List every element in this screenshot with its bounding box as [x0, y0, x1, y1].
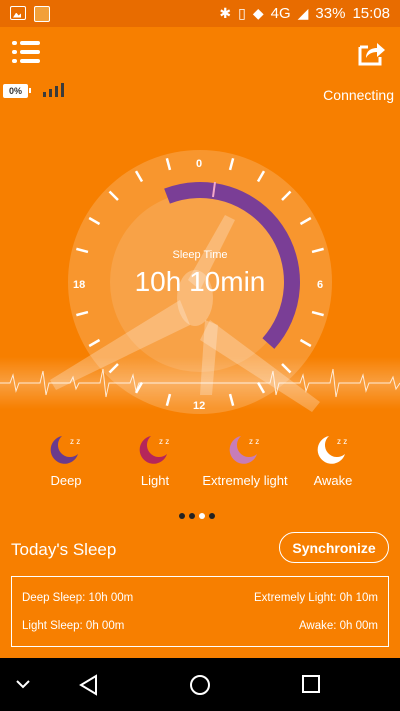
battery-percent: 33%: [315, 5, 346, 22]
recents-icon[interactable]: [301, 674, 321, 694]
dial-tick: [165, 158, 172, 171]
svg-text:z z: z z: [337, 437, 347, 446]
svg-text:z z: z z: [249, 437, 259, 446]
extremely-light-value: Extremely Light: 0h 10m: [253, 592, 378, 604]
legend-deep: z z Deep: [46, 432, 86, 490]
dial-hour-0: 0: [196, 158, 203, 170]
clock: 15:08: [352, 5, 390, 22]
wifi-icon: ◆: [252, 5, 264, 21]
sleep-time-value: 10h 10min: [134, 266, 266, 297]
legend-extremely-light: z z Extremely light: [200, 432, 290, 490]
page-dot[interactable]: [199, 513, 205, 519]
cell-signal-icon: ◢: [297, 5, 309, 21]
dial-tick: [228, 158, 235, 171]
moon-icon: z z: [317, 436, 347, 464]
dial-hour-18: 18: [73, 279, 86, 291]
vibrate-icon: ▯: [238, 5, 246, 21]
home-icon[interactable]: [189, 674, 211, 696]
sleep-summary-box: Deep Sleep: 10h 00m Extremely Light: 0h …: [11, 576, 389, 647]
app-notification-icon: [34, 5, 50, 22]
device-signal-icon: [43, 83, 65, 97]
connection-status: Connecting: [323, 87, 394, 103]
svg-text:z z: z z: [70, 437, 80, 446]
sleep-legend: z z Deep z z Light z z Extremely light z…: [0, 432, 400, 492]
svg-text:z z: z z: [159, 437, 169, 446]
moon-icon: z z: [50, 436, 80, 464]
synchronize-button[interactable]: Synchronize: [279, 532, 389, 563]
menu-icon[interactable]: [12, 41, 40, 65]
todays-sleep-title: Today's Sleep: [11, 540, 117, 559]
page-dot[interactable]: [179, 513, 185, 519]
legend-awake: z z Awake: [313, 432, 353, 490]
dial-hour-12: 12: [193, 400, 206, 412]
dial-hour-6: 6: [317, 279, 324, 291]
page-indicator[interactable]: [179, 513, 215, 519]
chevron-down-icon[interactable]: [15, 678, 31, 690]
bluetooth-icon: ✱: [219, 5, 232, 21]
stretching-figure-illustration: [50, 215, 320, 412]
moon-icon: z z: [139, 436, 169, 464]
page-dot[interactable]: [209, 513, 215, 519]
deep-sleep-value: Deep Sleep: 10h 00m: [22, 592, 134, 604]
system-nav-bar: [0, 658, 400, 711]
moon-icon: z z: [229, 436, 259, 464]
network-type: 4G: [270, 5, 291, 22]
page-dot[interactable]: [189, 513, 195, 519]
app-header: [0, 27, 400, 79]
share-icon[interactable]: [356, 39, 386, 67]
device-battery-indicator: 0%: [3, 84, 31, 98]
awake-value: Awake: 0h 00m: [298, 620, 378, 632]
status-bar: ✱ ▯ ◆ 4G ◢ 33% 15:08: [0, 0, 400, 27]
light-sleep-value: Light Sleep: 0h 00m: [22, 620, 125, 632]
gallery-notification-icon: [10, 5, 26, 20]
sleep-time-label: Sleep Time: [172, 249, 228, 261]
legend-light: z z Light: [135, 432, 175, 490]
back-icon[interactable]: [78, 674, 100, 696]
